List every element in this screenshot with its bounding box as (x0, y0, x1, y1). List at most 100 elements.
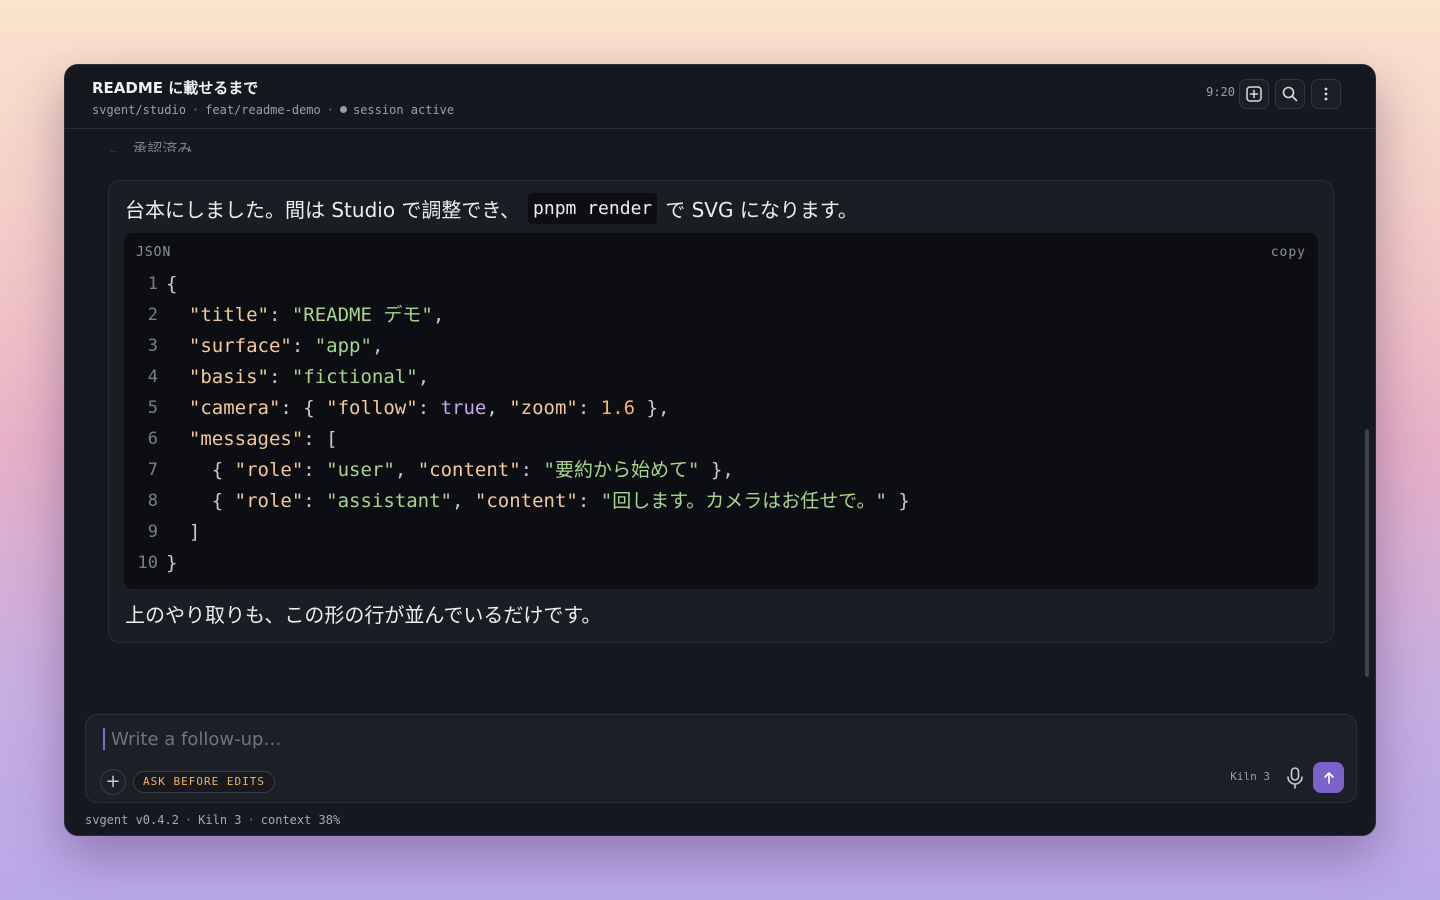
chevron-down-icon[interactable]: ⌄ (109, 144, 118, 152)
attach-button[interactable]: + (100, 769, 126, 795)
code-text: { (166, 269, 177, 300)
code-line: 1{ (124, 269, 1318, 300)
branch-name: feat/readme-demo (205, 103, 321, 117)
arrow-up-icon (1323, 771, 1334, 784)
code-token: "surface" (188, 335, 292, 357)
send-button[interactable] (1313, 762, 1344, 793)
app-version: svgent v0.4.2 (85, 813, 179, 827)
search-button[interactable] (1275, 79, 1305, 109)
message-outro: 上のやり取りも、この形の行が並んでいるだけです。 (125, 603, 602, 627)
code-token: "content" (417, 459, 521, 481)
line-number: 5 (147, 398, 158, 418)
code-text: "title": "README デモ", (166, 300, 444, 331)
title-bar: README に載せるまで svgent/studio · feat/readme-… (65, 65, 1375, 129)
conversation: ⌄ 承認済み 台本にしました。間は Studio で調整でき、 pnpm rend… (65, 130, 1375, 710)
line-number: 2 (147, 305, 158, 325)
code-text: { "role": "user", "content": "要約から始めて" }… (166, 455, 734, 486)
session-status: session active (352, 103, 455, 117)
code-text: { "role": "assistant", "content": "回します。… (166, 486, 910, 517)
more-vertical-icon (1324, 87, 1328, 101)
code-token: "fictional" (291, 366, 418, 388)
mic-button[interactable] (1284, 766, 1306, 790)
code-token: "要約から始めて" (543, 459, 700, 481)
code-token: , (371, 335, 384, 357)
code-token: : [ (303, 428, 338, 450)
session-info: svgent/studio · feat/readme-demo · session a… (92, 103, 455, 117)
code-line: 6 "messages": [ (124, 424, 1318, 455)
model-selector[interactable]: Kiln 3 (1230, 769, 1270, 785)
line-number: 1 (147, 274, 158, 294)
code-line: 5 "camera": { "follow": true, "zoom": 1.… (124, 393, 1318, 424)
plus-icon: + (105, 771, 121, 792)
line-number: 8 (147, 491, 158, 511)
code-token: , (417, 366, 430, 388)
message-text-after: で SVG になります。 (665, 198, 858, 222)
code-token: { (166, 273, 178, 295)
line-number: 7 (147, 460, 158, 480)
more-button[interactable] (1311, 79, 1341, 109)
copy-button[interactable]: copy (1271, 245, 1306, 260)
code-token: ] (166, 521, 201, 543)
context-usage: context 38% (260, 813, 341, 827)
page-title: README に載せるまで (92, 79, 259, 97)
code-token: , (486, 397, 510, 419)
new-session-button[interactable] (1239, 79, 1269, 109)
code-token: : (520, 459, 544, 481)
app-window: README に載せるまで svgent/studio · feat/readme-… (64, 64, 1376, 836)
code-token: : (303, 490, 327, 512)
scrollbar-thumb[interactable] (1365, 429, 1369, 677)
code-token: "role" (234, 490, 304, 512)
code-token: , (432, 304, 445, 326)
code-text: } (166, 548, 177, 579)
code-line: 2 "title": "README デモ", (124, 300, 1318, 331)
code-text: "surface": "app", (166, 331, 384, 362)
code-token: }, (635, 397, 670, 419)
code-token: "回します。カメラはお任せで。" (600, 490, 887, 512)
code-token: "app" (314, 335, 372, 357)
search-icon (1282, 86, 1298, 102)
code-text: ] (166, 517, 200, 548)
code-token: "user" (326, 459, 395, 481)
code-token: : (417, 397, 441, 419)
code-line: 7 { "role": "user", "content": "要約から始めて"… (124, 455, 1318, 486)
line-number: 4 (147, 367, 158, 387)
code-token: : (303, 459, 327, 481)
status-bar: svgent v0.4.2 · Kiln 3 · context 38% (85, 813, 341, 827)
code-token: }, (699, 459, 734, 481)
code-token: : (268, 366, 292, 388)
code-token: : (577, 490, 601, 512)
inline-code: pnpm render (528, 193, 658, 224)
code-token: } (886, 490, 910, 512)
code-token: { (166, 490, 235, 512)
code-token: "README デモ" (291, 304, 433, 326)
code-token: } (166, 552, 178, 574)
code-token: , (394, 459, 418, 481)
code-token: "basis" (188, 366, 269, 388)
code-text: "basis": "fictional", (166, 362, 429, 393)
code-token: { (166, 459, 235, 481)
edit-mode-chip[interactable]: ASK BEFORE EDITS (133, 771, 275, 793)
code-token: "messages" (188, 428, 304, 450)
code-line: 8 { "role": "assistant", "content": "回しま… (124, 486, 1318, 517)
line-number: 10 (137, 553, 158, 573)
line-number: 3 (147, 336, 158, 356)
code-line: 9 ] (124, 517, 1318, 548)
code-text: "messages": [ (166, 424, 338, 455)
composer: + ASK BEFORE EDITS Kiln 3 (85, 714, 1357, 803)
code-token: "follow" (326, 397, 418, 419)
status-model: Kiln 3 (198, 813, 242, 827)
code-token: : (291, 335, 315, 357)
code-token: : (268, 304, 292, 326)
code-line: 10} (124, 548, 1318, 579)
assistant-message: 台本にしました。間は Studio で調整でき、 pnpm render で S… (108, 180, 1334, 643)
microphone-icon (1287, 767, 1303, 789)
follow-up-input[interactable] (111, 725, 1211, 753)
collapsed-section-label: 承認済み (132, 140, 193, 152)
collapsed-section[interactable]: ⌄ 承認済み (109, 138, 192, 152)
code-token: : (577, 397, 601, 419)
text-caret (103, 728, 105, 750)
code-line: 3 "surface": "app", (124, 331, 1318, 362)
